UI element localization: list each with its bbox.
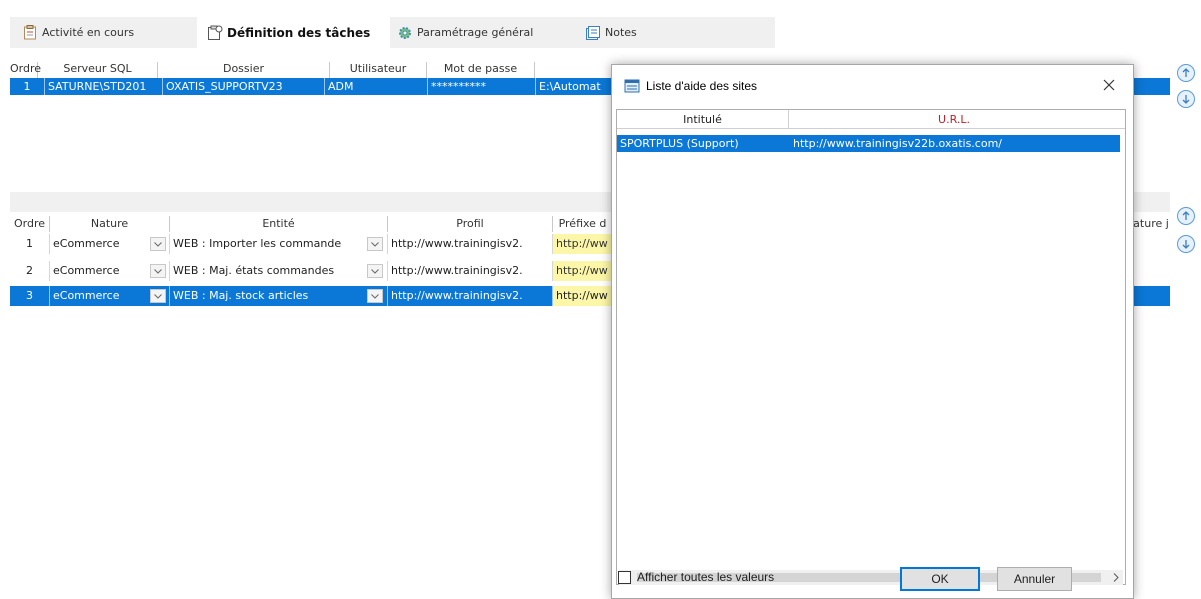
cell-dossier[interactable]: OXATIS_SUPPORTV23 bbox=[163, 78, 325, 95]
column-header-mot-de-passe[interactable]: Mot de passe bbox=[427, 62, 535, 78]
column-header-nature-j[interactable]: ature j bbox=[1132, 216, 1170, 232]
task-definition-icon bbox=[207, 25, 223, 41]
cell-prefixe[interactable]: http://ww bbox=[553, 286, 613, 306]
close-icon[interactable] bbox=[1101, 77, 1117, 93]
list-item-selected[interactable]: SPORTPLUS (Support) http://www.trainingi… bbox=[617, 135, 1120, 152]
cell-ordre[interactable]: 1 bbox=[10, 78, 45, 95]
sites-help-dialog: Liste d'aide des sites Intitulé U.R.L. S… bbox=[611, 64, 1134, 599]
tab-bar: Activité en cours Définition des tâches … bbox=[0, 0, 1201, 48]
chevron-down-icon bbox=[154, 241, 162, 247]
tab-label: Notes bbox=[605, 26, 637, 39]
column-header-prefixe[interactable]: Préfixe d bbox=[553, 216, 613, 232]
column-header-nature[interactable]: Nature bbox=[50, 216, 170, 232]
tab-activite-en-cours[interactable]: Activité en cours bbox=[22, 17, 172, 48]
notes-icon bbox=[585, 25, 601, 41]
cell-ordre[interactable]: 3 bbox=[10, 286, 50, 306]
tab-label: Activité en cours bbox=[42, 26, 135, 39]
cell-entite[interactable]: WEB : Maj. états commandes bbox=[170, 261, 388, 281]
cancel-button[interactable]: Annuler bbox=[997, 567, 1072, 591]
entite-dropdown-button[interactable] bbox=[367, 264, 383, 278]
cell-mot-de-passe[interactable]: ********** bbox=[428, 78, 536, 95]
column-header-profil[interactable]: Profil bbox=[388, 216, 553, 232]
cell-utilisateur[interactable]: ADM bbox=[325, 78, 428, 95]
column-header-dossier[interactable]: Dossier bbox=[158, 62, 330, 78]
chevron-down-icon bbox=[371, 241, 379, 247]
cell-prefixe[interactable]: http://ww bbox=[553, 261, 613, 281]
cell-ordre[interactable]: 1 bbox=[10, 234, 50, 254]
column-header-serveur-sql[interactable]: Serveur SQL bbox=[38, 62, 158, 78]
gear-icon bbox=[397, 25, 413, 41]
move-up-button[interactable] bbox=[1177, 64, 1195, 82]
nature-dropdown-button[interactable] bbox=[150, 289, 166, 303]
cell-url[interactable]: http://www.trainingisv22b.oxatis.com/ bbox=[793, 135, 1002, 152]
cell-profil[interactable]: http://www.trainingisv2. bbox=[388, 261, 553, 281]
show-all-values-label[interactable]: Afficher toutes les valeurs bbox=[637, 570, 774, 584]
chevron-down-icon bbox=[371, 268, 379, 274]
move-down-button[interactable] bbox=[1177, 90, 1195, 108]
cell-serveur-sql[interactable]: SATURNE\STD201 bbox=[45, 78, 163, 95]
show-all-values-checkbox[interactable] bbox=[618, 571, 631, 584]
chevron-down-icon bbox=[154, 268, 162, 274]
tab-label: Paramétrage général bbox=[417, 26, 534, 39]
tab-definition-des-taches[interactable]: Définition des tâches bbox=[197, 17, 390, 48]
cell-profil[interactable]: http://www.trainingisv2. bbox=[388, 286, 553, 306]
column-header-ordre[interactable]: Ordre bbox=[10, 62, 41, 78]
move-down-button[interactable] bbox=[1177, 235, 1195, 253]
nature-dropdown-button[interactable] bbox=[150, 264, 166, 278]
tab-parametrage-general[interactable]: Paramétrage général bbox=[397, 17, 567, 48]
arrow-down-icon bbox=[1182, 95, 1190, 104]
tab-label: Définition des tâches bbox=[227, 25, 371, 40]
nature-dropdown-button[interactable] bbox=[150, 237, 166, 251]
tab-notes[interactable]: Notes bbox=[585, 17, 765, 48]
list-window-icon bbox=[624, 78, 640, 94]
cell-intitule[interactable]: SPORTPLUS (Support) bbox=[620, 135, 739, 152]
arrow-down-icon bbox=[1182, 240, 1190, 249]
cell-profil[interactable]: http://www.trainingisv2. bbox=[388, 234, 553, 254]
column-header-intitule[interactable]: Intitulé bbox=[617, 110, 789, 129]
arrow-up-icon bbox=[1182, 211, 1190, 220]
cell-chemin[interactable]: E:\Automat bbox=[536, 78, 616, 95]
dialog-footer: Afficher toutes les valeurs OK Annuler bbox=[612, 565, 1133, 599]
arrow-up-icon bbox=[1182, 68, 1190, 77]
column-header-url[interactable]: U.R.L. bbox=[789, 110, 1119, 129]
clipboard-icon bbox=[22, 25, 38, 41]
cell-prefixe[interactable]: http://ww bbox=[553, 234, 613, 254]
cell-entite[interactable]: WEB : Maj. stock articles bbox=[170, 286, 388, 306]
move-up-button[interactable] bbox=[1177, 207, 1195, 225]
column-header-ordre[interactable]: Ordre bbox=[10, 216, 50, 232]
sites-list: Intitulé U.R.L. SPORTPLUS (Support) http… bbox=[616, 109, 1126, 585]
entite-dropdown-button[interactable] bbox=[367, 289, 383, 303]
dialog-title: Liste d'aide des sites bbox=[646, 79, 758, 93]
ok-button[interactable]: OK bbox=[900, 567, 980, 591]
cell-entite[interactable]: WEB : Importer les commande bbox=[170, 234, 388, 254]
column-header-entite[interactable]: Entité bbox=[170, 216, 388, 232]
cell-ordre[interactable]: 2 bbox=[10, 261, 50, 281]
entite-dropdown-button[interactable] bbox=[367, 237, 383, 251]
chevron-down-icon bbox=[371, 293, 379, 299]
column-header-utilisateur[interactable]: Utilisateur bbox=[330, 62, 427, 78]
chevron-down-icon bbox=[154, 293, 162, 299]
dialog-title-bar: Liste d'aide des sites bbox=[612, 65, 1133, 107]
sites-list-header: Intitulé U.R.L. bbox=[617, 110, 1125, 129]
